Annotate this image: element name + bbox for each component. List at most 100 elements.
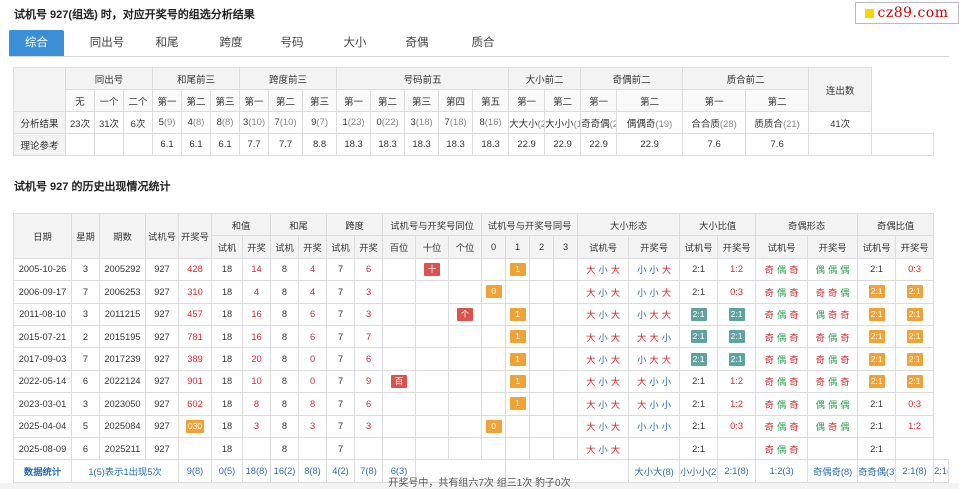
history-head: 奇偶形态 bbox=[755, 212, 859, 237]
history-head: 星期 bbox=[71, 213, 100, 259]
data-cell: 2015195 bbox=[99, 324, 146, 349]
pattern-cell: 奇偶奇 bbox=[755, 392, 809, 416]
data-cell bbox=[448, 347, 483, 371]
pattern-char: 奇 bbox=[815, 377, 825, 388]
data-cell: 7 bbox=[71, 347, 100, 371]
data-cell: 927 bbox=[145, 347, 179, 371]
value-cell: 20 bbox=[241, 347, 272, 371]
history-subhead: 试机号 bbox=[577, 235, 630, 259]
pattern-char: 大 bbox=[649, 332, 659, 343]
pattern-char: 小 bbox=[637, 310, 647, 321]
lianchu-head: 连出数 bbox=[808, 67, 873, 112]
data-cell: 8 bbox=[270, 302, 300, 326]
pattern-cell: 小小大 bbox=[628, 257, 681, 282]
lianchu-value: 41次 bbox=[808, 111, 873, 134]
summary-count: (18) bbox=[449, 117, 467, 128]
summary-value: 大大小 bbox=[509, 118, 538, 130]
data-cell: 2022124 bbox=[99, 369, 146, 394]
data-cell bbox=[505, 280, 531, 304]
summary-cell: 22.9 bbox=[580, 133, 618, 156]
pattern-char: 小 bbox=[598, 355, 608, 366]
value-cell: 6 bbox=[298, 302, 328, 326]
summary-cell: 质质合(21) bbox=[745, 111, 810, 134]
summary-cell: 6次 bbox=[122, 111, 154, 134]
data-cell: 18 bbox=[211, 436, 243, 461]
data-cell: 3 bbox=[71, 302, 100, 326]
ratio-cell: 2:1 bbox=[679, 302, 719, 326]
history-subhead: 百位 bbox=[382, 235, 417, 259]
ratio-chip: 2:1 bbox=[868, 352, 885, 366]
pattern-cell: 大小大 bbox=[577, 369, 630, 394]
data-cell: 2:1 bbox=[679, 369, 719, 394]
tab-3[interactable]: 跨度 bbox=[203, 30, 259, 56]
summary-value: 18.3 bbox=[412, 139, 431, 150]
pattern-char: 奇 bbox=[764, 310, 774, 321]
pattern-cell: 奇偶奇 bbox=[755, 369, 809, 394]
value-cell: 16 bbox=[241, 324, 272, 349]
tab-2[interactable]: 和尾 bbox=[139, 30, 195, 56]
summary-count: (9) bbox=[163, 117, 176, 128]
tab-7[interactable]: 质合 bbox=[451, 30, 515, 56]
history-row: 2023-03-01 3 2023050 927 602 18 8 8 8 7 6 1 大小大大小小 2:… bbox=[13, 392, 949, 416]
draw-chip: 030 bbox=[185, 419, 205, 433]
same-num-cell: 0 bbox=[481, 414, 507, 438]
history-subhead: 试机号 bbox=[755, 235, 809, 259]
data-cell: 18 bbox=[211, 347, 243, 371]
summary-cell: 18.3 bbox=[370, 133, 406, 156]
data-cell: 7 bbox=[326, 257, 356, 282]
tab-0[interactable]: 综合 bbox=[9, 30, 64, 56]
subhead-cell: 第三 bbox=[210, 89, 241, 112]
pattern-char: 奇 bbox=[789, 310, 799, 321]
data-cell: 927 bbox=[145, 436, 179, 461]
value-cell: 6 bbox=[354, 392, 384, 416]
summary-count: (28) bbox=[719, 118, 737, 130]
position-chip: 十 bbox=[424, 262, 441, 276]
pattern-char: 偶 bbox=[840, 422, 850, 433]
ratio-chip: 2:1 bbox=[868, 285, 885, 299]
pattern-char: 奇 bbox=[764, 377, 774, 388]
ratio-chip: 2:1 bbox=[690, 330, 707, 344]
pattern-cell: 大大小 bbox=[628, 324, 681, 349]
pattern-cell: 大小大 bbox=[577, 324, 630, 349]
pattern-char: 小 bbox=[661, 399, 672, 410]
data-cell bbox=[415, 369, 450, 394]
yellow-square-icon bbox=[865, 8, 875, 18]
group-head: 和尾前三 bbox=[152, 67, 241, 90]
tab-1[interactable]: 同出号 bbox=[79, 30, 135, 56]
data-cell: 927 bbox=[145, 392, 179, 416]
tab-6[interactable]: 奇偶 bbox=[389, 30, 445, 56]
value-cell: 8 bbox=[241, 392, 272, 416]
pattern-char: 奇 bbox=[840, 377, 850, 388]
value-cell: 3 bbox=[354, 414, 384, 438]
pattern-char: 小 bbox=[649, 265, 659, 276]
data-cell: 2:1 bbox=[679, 257, 719, 282]
history-row: 2022-05-14 6 2022124 927 901 18 10 8 0 7 9 百 1 大小大大小小… bbox=[13, 369, 949, 394]
value-cell bbox=[354, 436, 384, 461]
history-subhead: 1 bbox=[505, 235, 531, 259]
pattern-cell: 大小大 bbox=[577, 257, 630, 282]
tab-4[interactable]: 号码 bbox=[264, 30, 320, 56]
pattern-char: 偶 bbox=[776, 399, 787, 410]
summary-cell: 0(22) bbox=[370, 111, 406, 134]
pattern-cell: 奇偶奇 bbox=[755, 324, 809, 349]
pattern-char: 大 bbox=[637, 399, 647, 410]
data-cell bbox=[529, 436, 555, 461]
ratio-cell: 0:3 bbox=[717, 414, 757, 438]
ratio-cell: 2:1 bbox=[895, 280, 935, 304]
same-num-chip: 1 bbox=[509, 352, 526, 366]
site-logo[interactable]: cz89.com bbox=[855, 2, 959, 24]
history-head: 试机号与开奖号同位 bbox=[382, 212, 483, 237]
pattern-char: 大 bbox=[610, 422, 621, 433]
pattern-cell: 奇偶奇 bbox=[755, 347, 809, 371]
ratio-cell: 2:1 bbox=[679, 324, 719, 349]
data-cell bbox=[529, 257, 555, 282]
data-cell: 8 bbox=[270, 369, 300, 394]
summary-value: 18.3 bbox=[481, 139, 500, 150]
data-cell: 18 bbox=[211, 414, 243, 438]
tab-5[interactable]: 大小 bbox=[327, 30, 383, 56]
summary-cell: 大小小(16) bbox=[544, 111, 582, 134]
position-chip: 百 bbox=[391, 374, 408, 388]
ratio-cell: 0:3 bbox=[895, 392, 935, 416]
data-cell bbox=[448, 280, 483, 304]
summary-cell: 9(7) bbox=[302, 111, 338, 134]
